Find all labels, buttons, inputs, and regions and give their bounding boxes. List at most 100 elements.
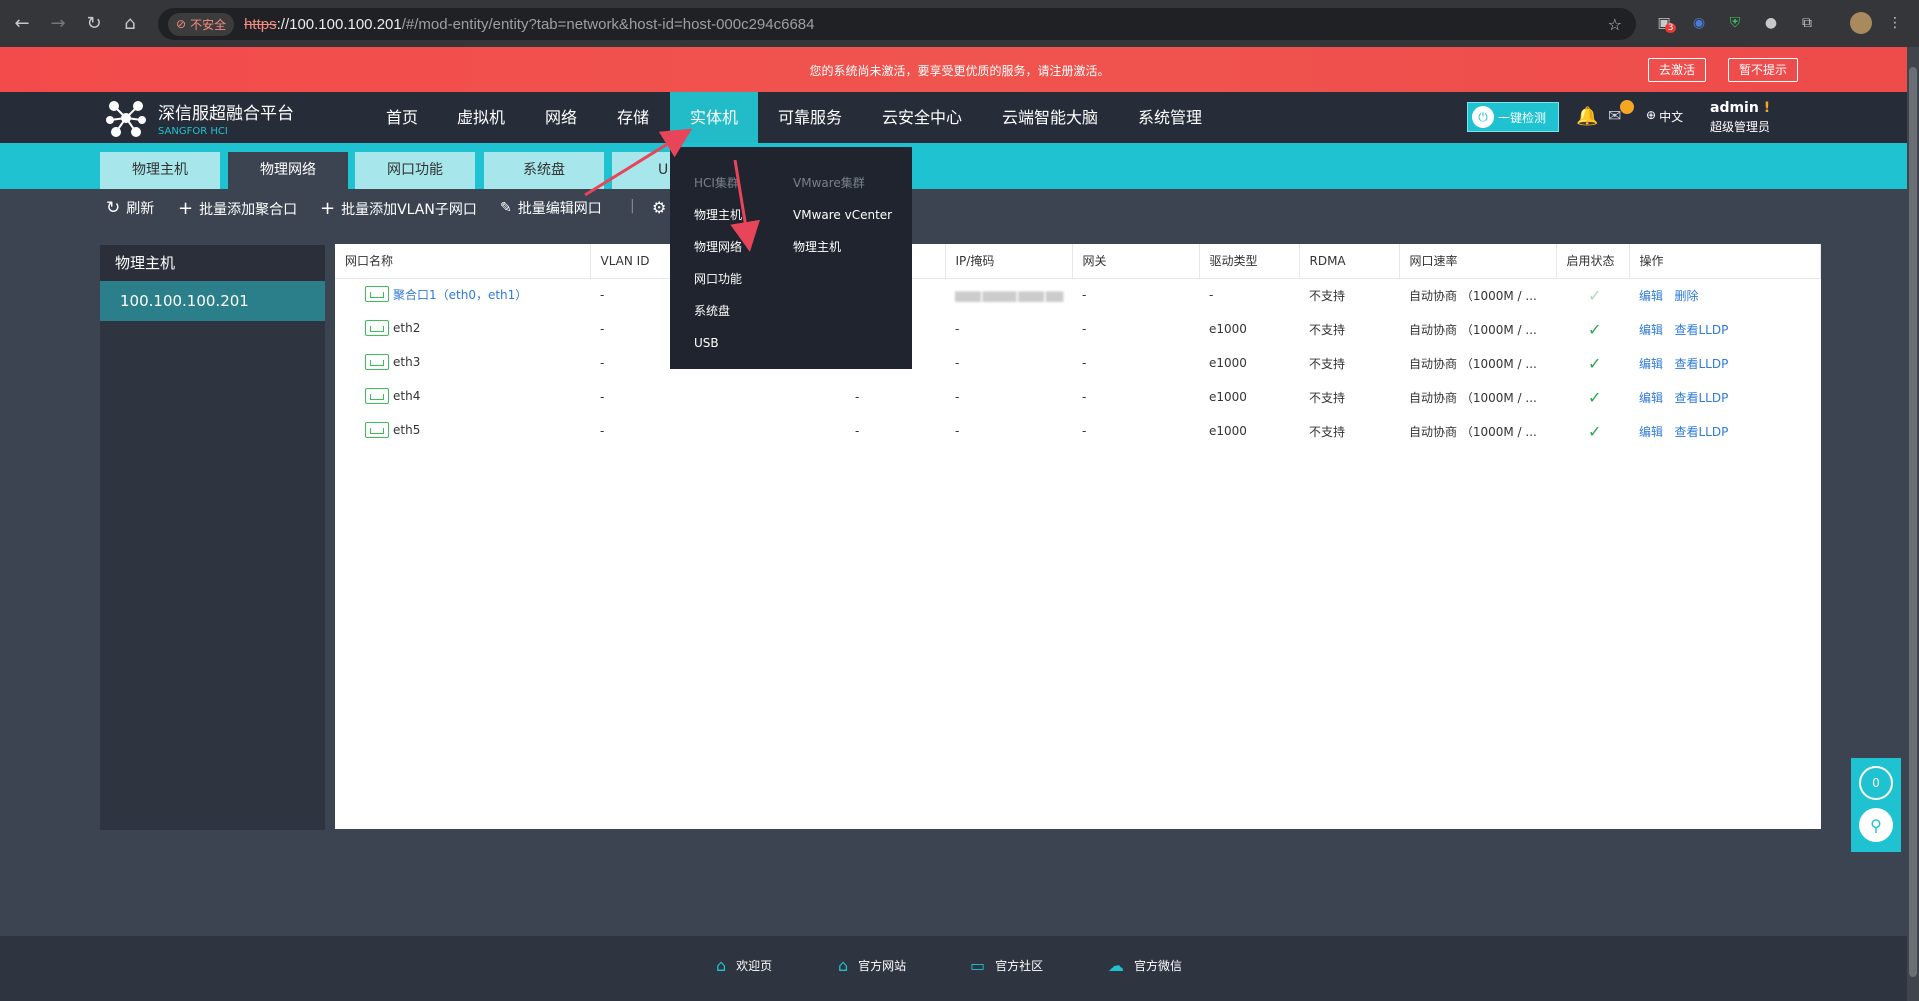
menu-security[interactable]: 云安全中心 bbox=[862, 92, 982, 143]
sidebar-item-host[interactable]: 100.100.100.201 bbox=[100, 281, 325, 321]
tab-nic-function[interactable]: 网口功能 bbox=[355, 152, 475, 189]
delete-link[interactable]: 删除 bbox=[1674, 289, 1698, 303]
user-menu[interactable]: admin ! 超级管理员 bbox=[1710, 100, 1770, 135]
dropdown-group-vmware: VMware集群 bbox=[793, 176, 865, 190]
menu-cloud-brain[interactable]: 云端智能大脑 bbox=[982, 92, 1118, 143]
nic-name: eth4 bbox=[393, 388, 421, 403]
mid-cell: - bbox=[855, 424, 860, 438]
notification-counter[interactable]: 0 bbox=[1859, 766, 1893, 800]
bell-icon[interactable]: 🔔 bbox=[1576, 106, 1598, 127]
forward-icon[interactable]: → bbox=[44, 10, 72, 38]
dropdown-item-system-disk[interactable]: 系统盘 bbox=[694, 295, 742, 327]
extension-blue-icon[interactable]: ◉ bbox=[1688, 12, 1710, 34]
refresh-button[interactable]: ↻ 刷新 bbox=[106, 198, 154, 218]
check-icon: ✓ bbox=[1588, 387, 1602, 407]
scrollbar-thumb[interactable] bbox=[1909, 67, 1917, 977]
edit-link[interactable]: 编辑 bbox=[1639, 289, 1663, 303]
header-rdma[interactable]: RDMA bbox=[1299, 244, 1400, 279]
back-icon[interactable]: ← bbox=[8, 10, 36, 38]
logo[interactable]: 深信服超融合平台 SANGFOR HCI bbox=[104, 98, 294, 138]
insecure-badge[interactable]: ⊘ 不安全 bbox=[168, 12, 235, 36]
edit-nic-label: 批量编辑网口 bbox=[517, 201, 602, 217]
menu-network[interactable]: 网络 bbox=[525, 92, 597, 143]
check-icon: ✓ bbox=[1588, 285, 1602, 305]
dropdown-group-hci: HCI集群 bbox=[694, 176, 739, 190]
top-navigation: 深信服超融合平台 SANGFOR HCI 首页 虚拟机 网络 存储 实体机 可靠… bbox=[0, 92, 1919, 143]
dropdown-item-vmware-host[interactable]: 物理主机 bbox=[793, 231, 892, 263]
dropdown-item-usb[interactable]: USB bbox=[694, 327, 742, 359]
menu-storage[interactable]: 存储 bbox=[597, 92, 669, 143]
header-nic-name[interactable]: 网口名称 bbox=[335, 244, 591, 279]
header-gateway[interactable]: 网关 bbox=[1072, 244, 1200, 279]
lldp-link[interactable]: 查看LLDP bbox=[1674, 323, 1728, 337]
refresh-icon: ↻ bbox=[106, 198, 121, 218]
edit-link[interactable]: 编辑 bbox=[1639, 323, 1663, 337]
tab-physical-host[interactable]: 物理主机 bbox=[100, 152, 220, 189]
profile-avatar[interactable] bbox=[1850, 12, 1872, 34]
activate-button[interactable]: 去激活 bbox=[1648, 58, 1707, 82]
bookmark-star-icon[interactable]: ☆ bbox=[1608, 15, 1622, 34]
header-driver[interactable]: 驱动类型 bbox=[1199, 244, 1300, 279]
extension-grey-icon[interactable]: ● bbox=[1760, 12, 1782, 34]
table-row: eth2 - - - e1000 不支持 自动协商 （1000M / ... ✓… bbox=[335, 312, 1821, 346]
menu-system[interactable]: 系统管理 bbox=[1118, 92, 1222, 143]
menu-physical[interactable]: 实体机 bbox=[670, 92, 758, 143]
home-icon[interactable]: ⌂ bbox=[116, 10, 144, 38]
more-menu-icon[interactable]: ⋮ bbox=[1884, 12, 1906, 34]
puzzle-icon[interactable]: ⧉ bbox=[1796, 12, 1818, 34]
footer-website[interactable]: ⌂ 官方网站 bbox=[838, 956, 906, 975]
footer-website-label: 官方网站 bbox=[858, 959, 907, 973]
footer-welcome[interactable]: ⌂ 欢迎页 bbox=[716, 956, 772, 975]
nic-icon bbox=[365, 353, 389, 370]
mid-cell: - bbox=[855, 390, 860, 404]
reload-icon[interactable]: ↻ bbox=[80, 10, 108, 38]
lldp-link[interactable]: 查看LLDP bbox=[1674, 357, 1728, 371]
logo-subtitle: SANGFOR HCI bbox=[158, 126, 228, 137]
edit-link[interactable]: 编辑 bbox=[1639, 391, 1663, 405]
tab-physical-network[interactable]: 物理网络 bbox=[228, 152, 348, 189]
table-row: eth3 - - - e1000 不支持 自动协商 （1000M / ... ✓… bbox=[335, 346, 1821, 380]
assistant-icon[interactable]: ⚲ bbox=[1859, 808, 1893, 842]
dismiss-button[interactable]: 暂不提示 bbox=[1728, 58, 1799, 82]
speed-cell: 自动协商 （1000M / ... bbox=[1409, 288, 1537, 303]
dropdown-item-nic-function[interactable]: 网口功能 bbox=[694, 263, 742, 295]
ip-cell: ▆▆▆ ▆▆▆▆ ▆▆▆ ▆▆ bbox=[955, 288, 1063, 303]
edit-nic-button[interactable]: ✎ 批量编辑网口 bbox=[500, 198, 602, 218]
shield-extension-icon[interactable]: ⛨ bbox=[1724, 12, 1746, 34]
language-switch[interactable]: ⊕ 中文 bbox=[1646, 108, 1683, 125]
add-vlan-button[interactable]: + 批量添加VLAN子网口 bbox=[320, 198, 477, 219]
lldp-link[interactable]: 查看LLDP bbox=[1674, 425, 1728, 439]
footer-wechat[interactable]: ☁ 官方微信 bbox=[1108, 956, 1182, 975]
edit-link[interactable]: 编辑 bbox=[1639, 357, 1663, 371]
page-scrollbar[interactable] bbox=[1907, 47, 1919, 1001]
bond-link[interactable]: 聚合口1（eth0，eth1） bbox=[393, 286, 527, 303]
floating-assistant[interactable]: 0 ⚲ bbox=[1851, 758, 1901, 852]
address-bar[interactable]: ⊘ 不安全 https://100.100.100.201/#/mod-enti… bbox=[158, 8, 1636, 40]
header-speed[interactable]: 网口速率 bbox=[1399, 244, 1557, 279]
add-bond-button[interactable]: + 批量添加聚合口 bbox=[178, 198, 297, 219]
admin-username: admin bbox=[1710, 100, 1759, 116]
menu-home[interactable]: 首页 bbox=[366, 92, 438, 143]
extension-icon[interactable]: ▣ 3 bbox=[1656, 12, 1678, 34]
header-ip-mask[interactable]: IP/掩码 bbox=[945, 244, 1073, 279]
lldp-link[interactable]: 查看LLDP bbox=[1674, 391, 1728, 405]
dropdown-item-physical-host[interactable]: 物理主机 bbox=[694, 199, 742, 231]
menu-vm[interactable]: 虚拟机 bbox=[437, 92, 525, 143]
header-enabled[interactable]: 启用状态 bbox=[1556, 244, 1630, 279]
footer-community[interactable]: ▭ 官方社区 bbox=[970, 956, 1043, 975]
footer: ⌂ 欢迎页 ⌂ 官方网站 ▭ 官方社区 ☁ 官方微信 bbox=[0, 936, 1919, 1001]
language-label: 中文 bbox=[1659, 110, 1684, 124]
driver-cell: - bbox=[1209, 288, 1214, 303]
gear-icon[interactable]: ⚙ bbox=[652, 198, 666, 217]
health-check-label: 一键检测 bbox=[1498, 110, 1547, 125]
tab-system-disk[interactable]: 系统盘 bbox=[484, 152, 604, 189]
dropdown-item-vcenter[interactable]: VMware vCenter bbox=[793, 199, 892, 231]
toolbar-divider: | bbox=[630, 198, 635, 214]
dropdown-item-physical-network[interactable]: 物理网络 bbox=[694, 231, 742, 263]
driver-cell: e1000 bbox=[1209, 424, 1247, 438]
health-check-button[interactable]: ⏻ 一键检测 bbox=[1467, 102, 1559, 132]
menu-reliability[interactable]: 可靠服务 bbox=[758, 92, 862, 143]
edit-link[interactable]: 编辑 bbox=[1639, 425, 1663, 439]
speed-cell: 自动协商 （1000M / ... bbox=[1409, 424, 1537, 439]
nic-icon bbox=[365, 387, 389, 404]
